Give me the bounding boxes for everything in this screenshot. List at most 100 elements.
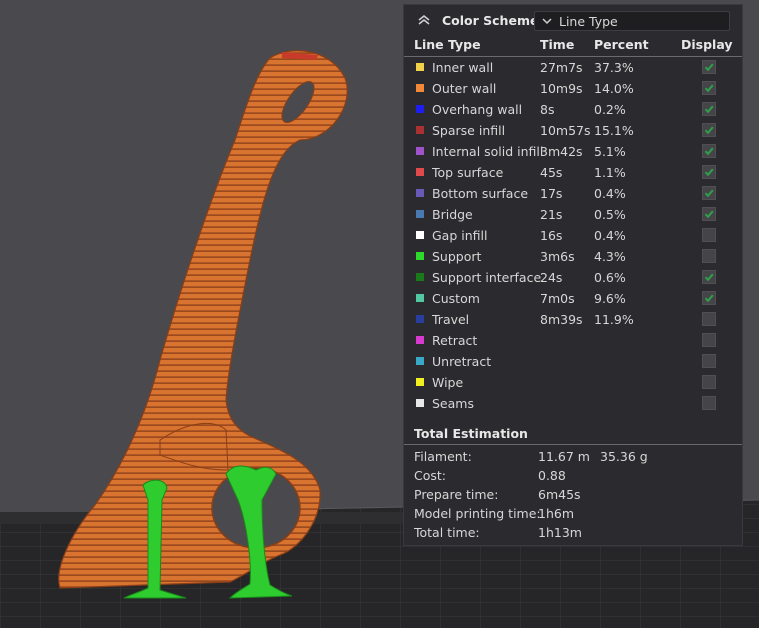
line-type-row: Seams [404, 393, 742, 414]
display-checkbox[interactable] [702, 81, 716, 95]
display-checkbox[interactable] [702, 186, 716, 200]
color-scheme-dropdown[interactable]: Line Type [534, 11, 730, 31]
display-checkbox[interactable] [702, 207, 716, 221]
line-type-time: 10m9s [540, 81, 583, 96]
cost-row: Cost: 0.88 [414, 468, 734, 486]
line-type-row: Gap infill 16s 0.4% [404, 225, 742, 246]
col-time: Time [540, 37, 575, 52]
check-icon [704, 210, 714, 219]
display-checkbox[interactable] [702, 291, 716, 305]
line-type-name: Outer wall [432, 81, 497, 96]
line-type-percent: 37.3% [594, 60, 634, 75]
display-checkbox[interactable] [702, 123, 716, 137]
line-type-time: 21s [540, 207, 563, 222]
line-type-row: Custom 7m0s 9.6% [404, 288, 742, 309]
line-type-name: Bridge [432, 207, 473, 222]
line-type-percent: 0.6% [594, 270, 626, 285]
line-type-name: Unretract [432, 354, 492, 369]
prepare-time-row: Prepare time: 6m45s [414, 487, 734, 505]
color-scheme-label: Color Scheme [442, 12, 539, 28]
model-printing-time-row: Model printing time: 1h6m [414, 506, 734, 524]
color-swatch [416, 252, 424, 260]
total-time-value: 1h13m [538, 525, 582, 540]
line-type-row: Wipe [404, 372, 742, 393]
line-type-percent: 0.2% [594, 102, 626, 117]
display-checkbox[interactable] [702, 270, 716, 284]
line-type-time: 17s [540, 186, 563, 201]
line-type-percent: 1.1% [594, 165, 626, 180]
line-type-time: 8s [540, 102, 555, 117]
line-type-name: Top surface [432, 165, 504, 180]
line-type-name: Inner wall [432, 60, 494, 75]
color-swatch [416, 63, 424, 71]
display-checkbox[interactable] [702, 60, 716, 74]
display-checkbox[interactable] [702, 396, 716, 410]
line-type-time: 45s [540, 165, 563, 180]
color-swatch [416, 126, 424, 134]
check-icon [704, 294, 714, 303]
line-type-row: Sparse infill 10m57s 15.1% [404, 120, 742, 141]
line-type-name: Seams [432, 396, 474, 411]
color-swatch [416, 378, 424, 386]
line-type-row: Inner wall 27m7s 37.3% [404, 57, 742, 78]
model-printing-time-value: 1h6m [538, 506, 575, 521]
color-swatch [416, 210, 424, 218]
color-swatch [416, 84, 424, 92]
estimation-divider [404, 444, 742, 445]
display-checkbox[interactable] [702, 333, 716, 347]
line-type-row: Travel 8m39s 11.9% [404, 309, 742, 330]
prepare-time-label: Prepare time: [414, 487, 499, 502]
check-icon [704, 84, 714, 93]
line-type-percent: 14.0% [594, 81, 634, 96]
line-type-name: Bottom surface [432, 186, 529, 201]
line-type-percent: 0.5% [594, 207, 626, 222]
display-checkbox[interactable] [702, 249, 716, 263]
prepare-time-value: 6m45s [538, 487, 581, 502]
line-type-name: Internal solid infill [432, 144, 544, 159]
line-type-row: Bridge 21s 0.5% [404, 204, 742, 225]
display-checkbox[interactable] [702, 375, 716, 389]
display-checkbox[interactable] [702, 165, 716, 179]
color-swatch [416, 168, 424, 176]
line-type-time: 8m39s [540, 312, 583, 327]
line-type-list: Inner wall 27m7s 37.3% Outer wall 10m9s 14.0%… [404, 57, 742, 414]
line-type-percent: 9.6% [594, 291, 626, 306]
color-swatch [416, 231, 424, 239]
display-checkbox[interactable] [702, 228, 716, 242]
color-swatch [416, 336, 424, 344]
line-type-name: Travel [432, 312, 470, 327]
line-type-name: Wipe [432, 375, 464, 390]
line-type-time: 16s [540, 228, 563, 243]
check-icon [704, 189, 714, 198]
color-swatch [416, 357, 424, 365]
check-icon [704, 63, 714, 72]
line-type-row: Unretract [404, 351, 742, 372]
check-icon [704, 168, 714, 177]
color-swatch [416, 315, 424, 323]
collapse-icon[interactable] [412, 10, 436, 30]
display-checkbox[interactable] [702, 102, 716, 116]
display-checkbox[interactable] [702, 312, 716, 326]
model-printing-time-label: Model printing time: [414, 506, 541, 521]
line-type-time: 3m42s [540, 144, 583, 159]
cost-label: Cost: [414, 468, 447, 483]
color-swatch [416, 189, 424, 197]
line-type-name: Support [432, 249, 482, 264]
total-time-label: Total time: [414, 525, 480, 540]
check-icon [704, 105, 714, 114]
check-icon [704, 273, 714, 282]
display-checkbox[interactable] [702, 354, 716, 368]
printed-model [58, 50, 348, 589]
column-headers: Line Type Time Percent Display [404, 37, 742, 55]
line-type-percent: 0.4% [594, 228, 626, 243]
display-checkbox[interactable] [702, 144, 716, 158]
total-estimation-title: Total Estimation [414, 426, 528, 441]
line-type-percent: 5.1% [594, 144, 626, 159]
color-swatch [416, 399, 424, 407]
line-type-name: Gap infill [432, 228, 488, 243]
line-type-percent: 0.4% [594, 186, 626, 201]
line-type-row: Bottom surface 17s 0.4% [404, 183, 742, 204]
col-percent: Percent [594, 37, 649, 52]
line-type-time: 24s [540, 270, 563, 285]
line-type-time: 27m7s [540, 60, 583, 75]
